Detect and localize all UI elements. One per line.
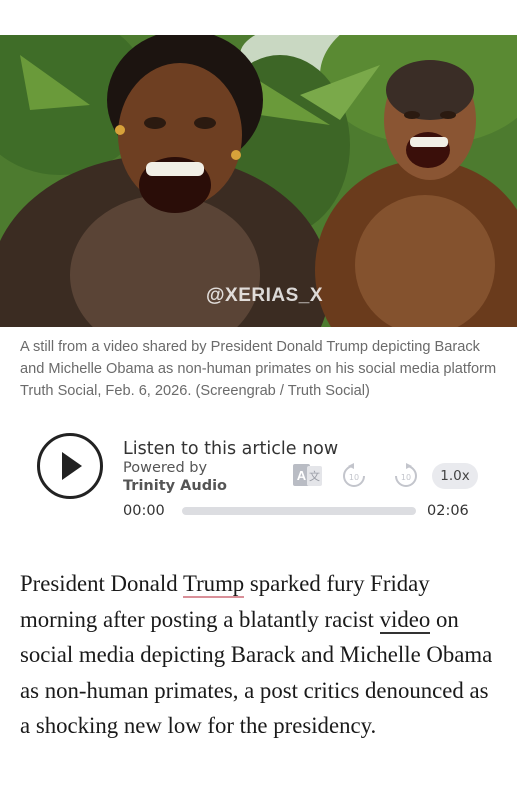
audio-player: Listen to this article now Powered by Tr… (0, 430, 517, 530)
article-paragraph: President Donald Trump sparked fury Frid… (20, 566, 504, 744)
total-time: 02:06 (427, 503, 469, 519)
provider-name[interactable]: Trinity Audio (123, 478, 227, 494)
forward-10-icon[interactable]: 10 (392, 462, 420, 490)
progress-bar[interactable] (182, 507, 416, 515)
playback-speed-button[interactable]: 1.0x (432, 463, 478, 489)
article-text: President Donald (20, 571, 183, 596)
play-icon (62, 452, 82, 480)
photo-illustration (0, 35, 517, 327)
video-link[interactable]: video (379, 606, 431, 634)
translate-icon[interactable]: A 文 (293, 464, 323, 488)
current-time: 00:00 (123, 503, 165, 519)
article-image: @XERIAS_X (0, 35, 517, 327)
svg-text:文: 文 (309, 469, 320, 483)
player-title: Listen to this article now (123, 439, 339, 459)
forward-label: 10 (401, 473, 411, 482)
image-watermark: @XERIAS_X (206, 285, 324, 306)
image-caption: A still from a video shared by President… (20, 339, 497, 399)
trump-link[interactable]: Trump (182, 571, 245, 598)
rewind-label: 10 (349, 473, 359, 482)
powered-by-label: Powered by (123, 460, 208, 476)
svg-text:A: A (297, 468, 307, 483)
play-button[interactable] (37, 433, 103, 499)
rewind-10-icon[interactable]: 10 (340, 462, 368, 490)
